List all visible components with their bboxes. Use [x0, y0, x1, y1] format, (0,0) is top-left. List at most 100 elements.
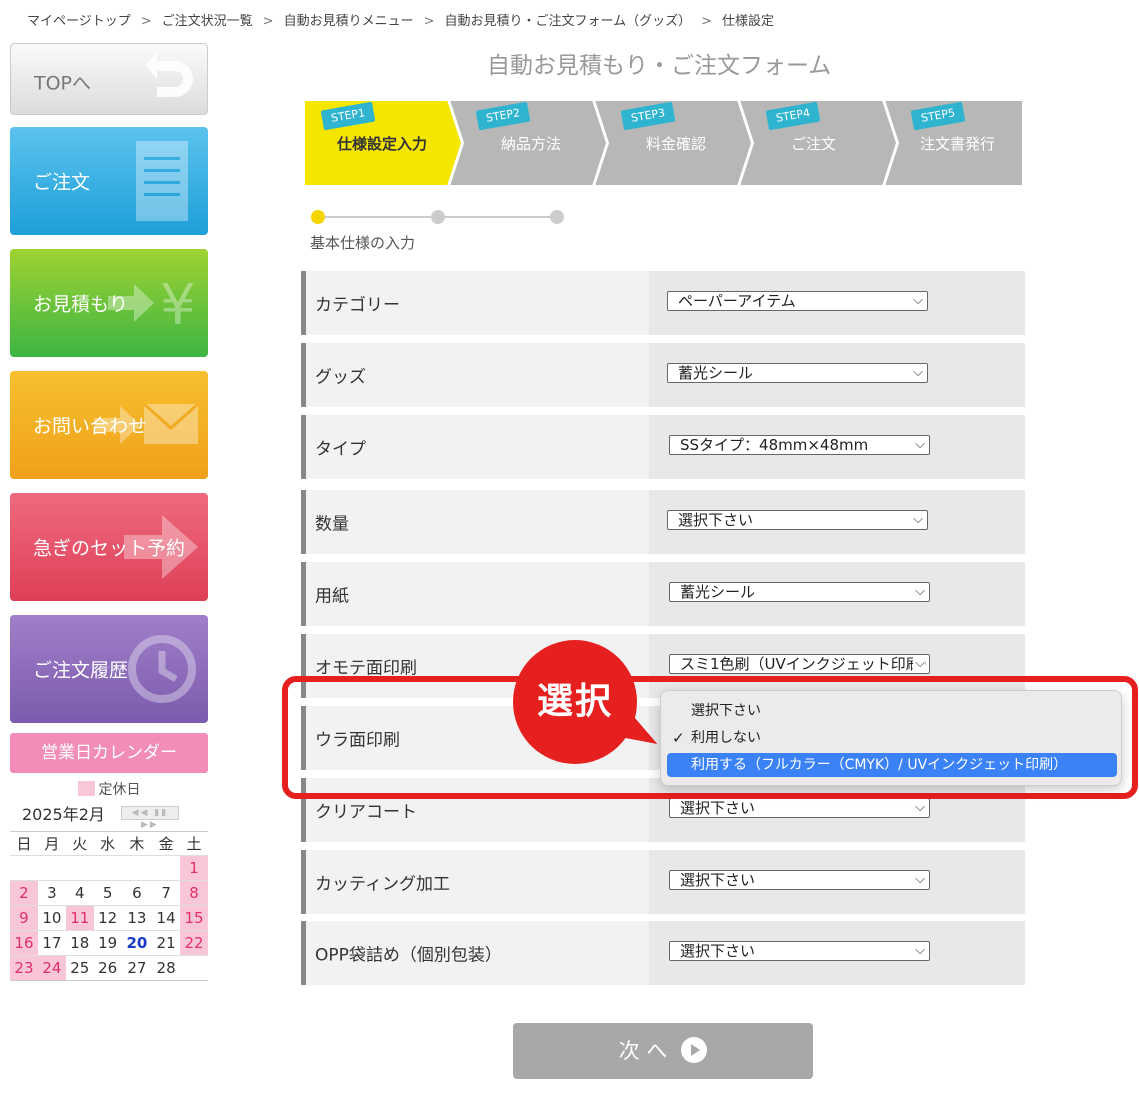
- calendar-day: 10: [37, 905, 66, 931]
- calendar-day: 19: [93, 930, 122, 956]
- sidebar-estimate-button[interactable]: お見積もり ¥: [10, 249, 208, 357]
- calendar-weekday: 月: [37, 831, 66, 856]
- sidebar-rush-button[interactable]: 急ぎのセット予約: [10, 493, 208, 601]
- select-value: 蓄光シール: [678, 364, 754, 382]
- chevron-down-icon: ⌵: [911, 364, 923, 382]
- calendar-day: 24: [37, 955, 66, 981]
- sidebar-history-button[interactable]: ご注文履歴: [10, 615, 208, 723]
- spec-select[interactable]: ペーパーアイテム ⌵: [667, 291, 928, 311]
- calendar-day: [93, 855, 122, 881]
- next-button-label: 次 へ: [618, 1039, 668, 1063]
- calendar-week: 9 10 11 12 13 14 15: [10, 905, 208, 931]
- calendar-header: 営業日カレンダー: [10, 733, 208, 773]
- sidebar-order-button[interactable]: ご注文: [10, 127, 208, 235]
- form-row: OPP袋詰め（個別包装） 選択下さい ⌵: [301, 921, 1025, 985]
- dropdown-option-label: 選択下さい: [691, 703, 761, 719]
- check-icon: ✓: [672, 729, 685, 747]
- form-row-label: グッズ: [315, 367, 366, 388]
- spec-select[interactable]: 選択下さい ⌵: [669, 870, 930, 890]
- calendar-week: 16 17 18 19 20 21 22: [10, 930, 208, 956]
- calendar-day: 1: [180, 855, 208, 881]
- calendar-day: 9: [10, 905, 38, 931]
- callout-badge: 選択: [513, 640, 637, 764]
- svg-text:¥: ¥: [160, 273, 196, 338]
- calendar-day: [10, 855, 38, 881]
- form-row-label: クリアコート: [315, 802, 417, 823]
- calendar-legend-label: 定休日: [98, 782, 141, 798]
- calendar-day: 6: [121, 880, 153, 906]
- dropdown-option[interactable]: 選択下さい: [667, 699, 1117, 723]
- sidebar-rush-label: 急ぎのセット予約: [33, 537, 186, 560]
- select-value: 蓄光シール: [680, 583, 756, 601]
- spec-select[interactable]: 選択下さい ⌵: [669, 941, 930, 961]
- sidebar-estimate-label: お見積もり: [33, 293, 129, 316]
- spec-select[interactable]: 蓄光シール ⌵: [669, 582, 930, 602]
- history-clock-icon: [128, 635, 196, 703]
- sidebar-inquiry-button[interactable]: お問い合わせ: [10, 371, 208, 479]
- select-value: 選択下さい: [680, 799, 756, 817]
- dropdown-option[interactable]: 利用する（フルカラー（CMYK）/ UVインクジェット印刷）: [667, 753, 1117, 777]
- select-value: 選択下さい: [678, 511, 754, 529]
- calendar-day: 20: [121, 930, 153, 956]
- spec-select[interactable]: SSタイプ：48mm×48mm ⌵: [669, 435, 930, 455]
- form-row-bar: [301, 921, 306, 985]
- calendar-table: 日月火水木金土 1 2 3 4 5 6 7 8 9 10 11 12 13 14 15 16 17 18 19 20 2…: [10, 831, 208, 981]
- document-icon: [136, 141, 188, 221]
- calendar-week: 23 24 25 26 27 28: [10, 955, 208, 981]
- sidebar-inquiry-label: お問い合わせ: [33, 415, 148, 438]
- calendar-day: 21: [152, 930, 181, 956]
- chevron-down-icon: ⌵: [911, 511, 923, 529]
- step-label: 料金確認: [646, 135, 707, 153]
- chevron-down-icon: ⌵: [911, 292, 923, 310]
- sidebar-top-label: TOPへ: [34, 72, 92, 95]
- step-label: ご注文: [791, 135, 837, 153]
- calendar-week: 2345678: [10, 880, 208, 906]
- spec-select[interactable]: 選択下さい ⌵: [669, 798, 930, 818]
- calendar-day: [65, 855, 94, 881]
- calendar-day: 28: [152, 955, 181, 981]
- chevron-down-icon: ⌵: [913, 871, 925, 889]
- spec-select[interactable]: 蓄光シール ⌵: [667, 363, 928, 383]
- breadcrumb-item[interactable]: マイページトップ: [27, 14, 131, 29]
- chevron-down-icon: ⌵: [913, 799, 925, 817]
- spec-select[interactable]: スミ1色刷（UVインクジェット印刷） ⌵: [669, 654, 930, 674]
- calendar-day: 16: [10, 930, 38, 956]
- form-row-bar: [301, 850, 306, 914]
- form-row: タイプ SSタイプ：48mm×48mm ⌵: [301, 415, 1025, 479]
- progress-dot-current: [311, 210, 325, 224]
- calendar-day: 11: [65, 905, 94, 931]
- form-row-label: OPP袋詰め（個別包装）: [315, 945, 502, 966]
- calendar-day: 12: [93, 905, 122, 931]
- calendar-day: 17: [37, 930, 66, 956]
- form-row-label: タイプ: [315, 439, 366, 460]
- calendar-day: 25: [65, 955, 94, 981]
- play-icon: [681, 1037, 708, 1063]
- step-indicator: STEP1 仕様設定入力 STEP2 納品方法 STEP3 料金確認 STEP4 ご注文 STE…: [304, 100, 1023, 186]
- form-row-key: [301, 562, 649, 626]
- calendar-weekday: 火: [65, 831, 94, 856]
- breadcrumb-item[interactable]: 自動お見積りメニュー: [284, 14, 414, 29]
- calendar-day: 27: [121, 955, 153, 981]
- breadcrumb-current: 仕様設定: [722, 14, 775, 29]
- dropdown-option-label: 利用する（フルカラー（CMYK）/ UVインクジェット印刷）: [691, 757, 1068, 773]
- breadcrumb-item[interactable]: 自動お見積り・ご注文フォーム（グッズ）: [445, 14, 692, 29]
- dropdown-option[interactable]: ✓ 利用しない: [667, 726, 1117, 750]
- sidebar-top-button[interactable]: TOPへ: [10, 43, 208, 115]
- calendar-legend: 定休日: [10, 779, 208, 799]
- calendar-day: 26: [93, 955, 122, 981]
- step-label: 注文書発行: [920, 135, 996, 153]
- calendar-week: 1: [10, 855, 208, 881]
- breadcrumb-item[interactable]: ご注文状況一覧: [162, 14, 253, 29]
- breadcrumb-separator: >: [140, 14, 152, 29]
- step-label: 納品方法: [501, 135, 562, 153]
- step-1: STEP1 仕様設定入力: [304, 100, 462, 186]
- form-row-label: カッティング加工: [315, 874, 450, 895]
- select-value: スミ1色刷（UVインクジェット印刷）: [680, 655, 930, 673]
- sidebar: TOPへ ご注文 お見積もり ¥ お問い合わせ 急ぎのセット予約 ご注文履歴 営…: [10, 43, 208, 981]
- spec-select[interactable]: 選択下さい ⌵: [667, 510, 928, 530]
- select-value: 選択下さい: [680, 942, 756, 960]
- chevron-down-icon: ⌵: [913, 655, 925, 673]
- calendar-day: 7: [152, 880, 181, 906]
- calendar-nav[interactable]: ◀◀ ▮▮ ▶▶: [120, 806, 179, 830]
- next-button[interactable]: 次 へ: [513, 1023, 813, 1079]
